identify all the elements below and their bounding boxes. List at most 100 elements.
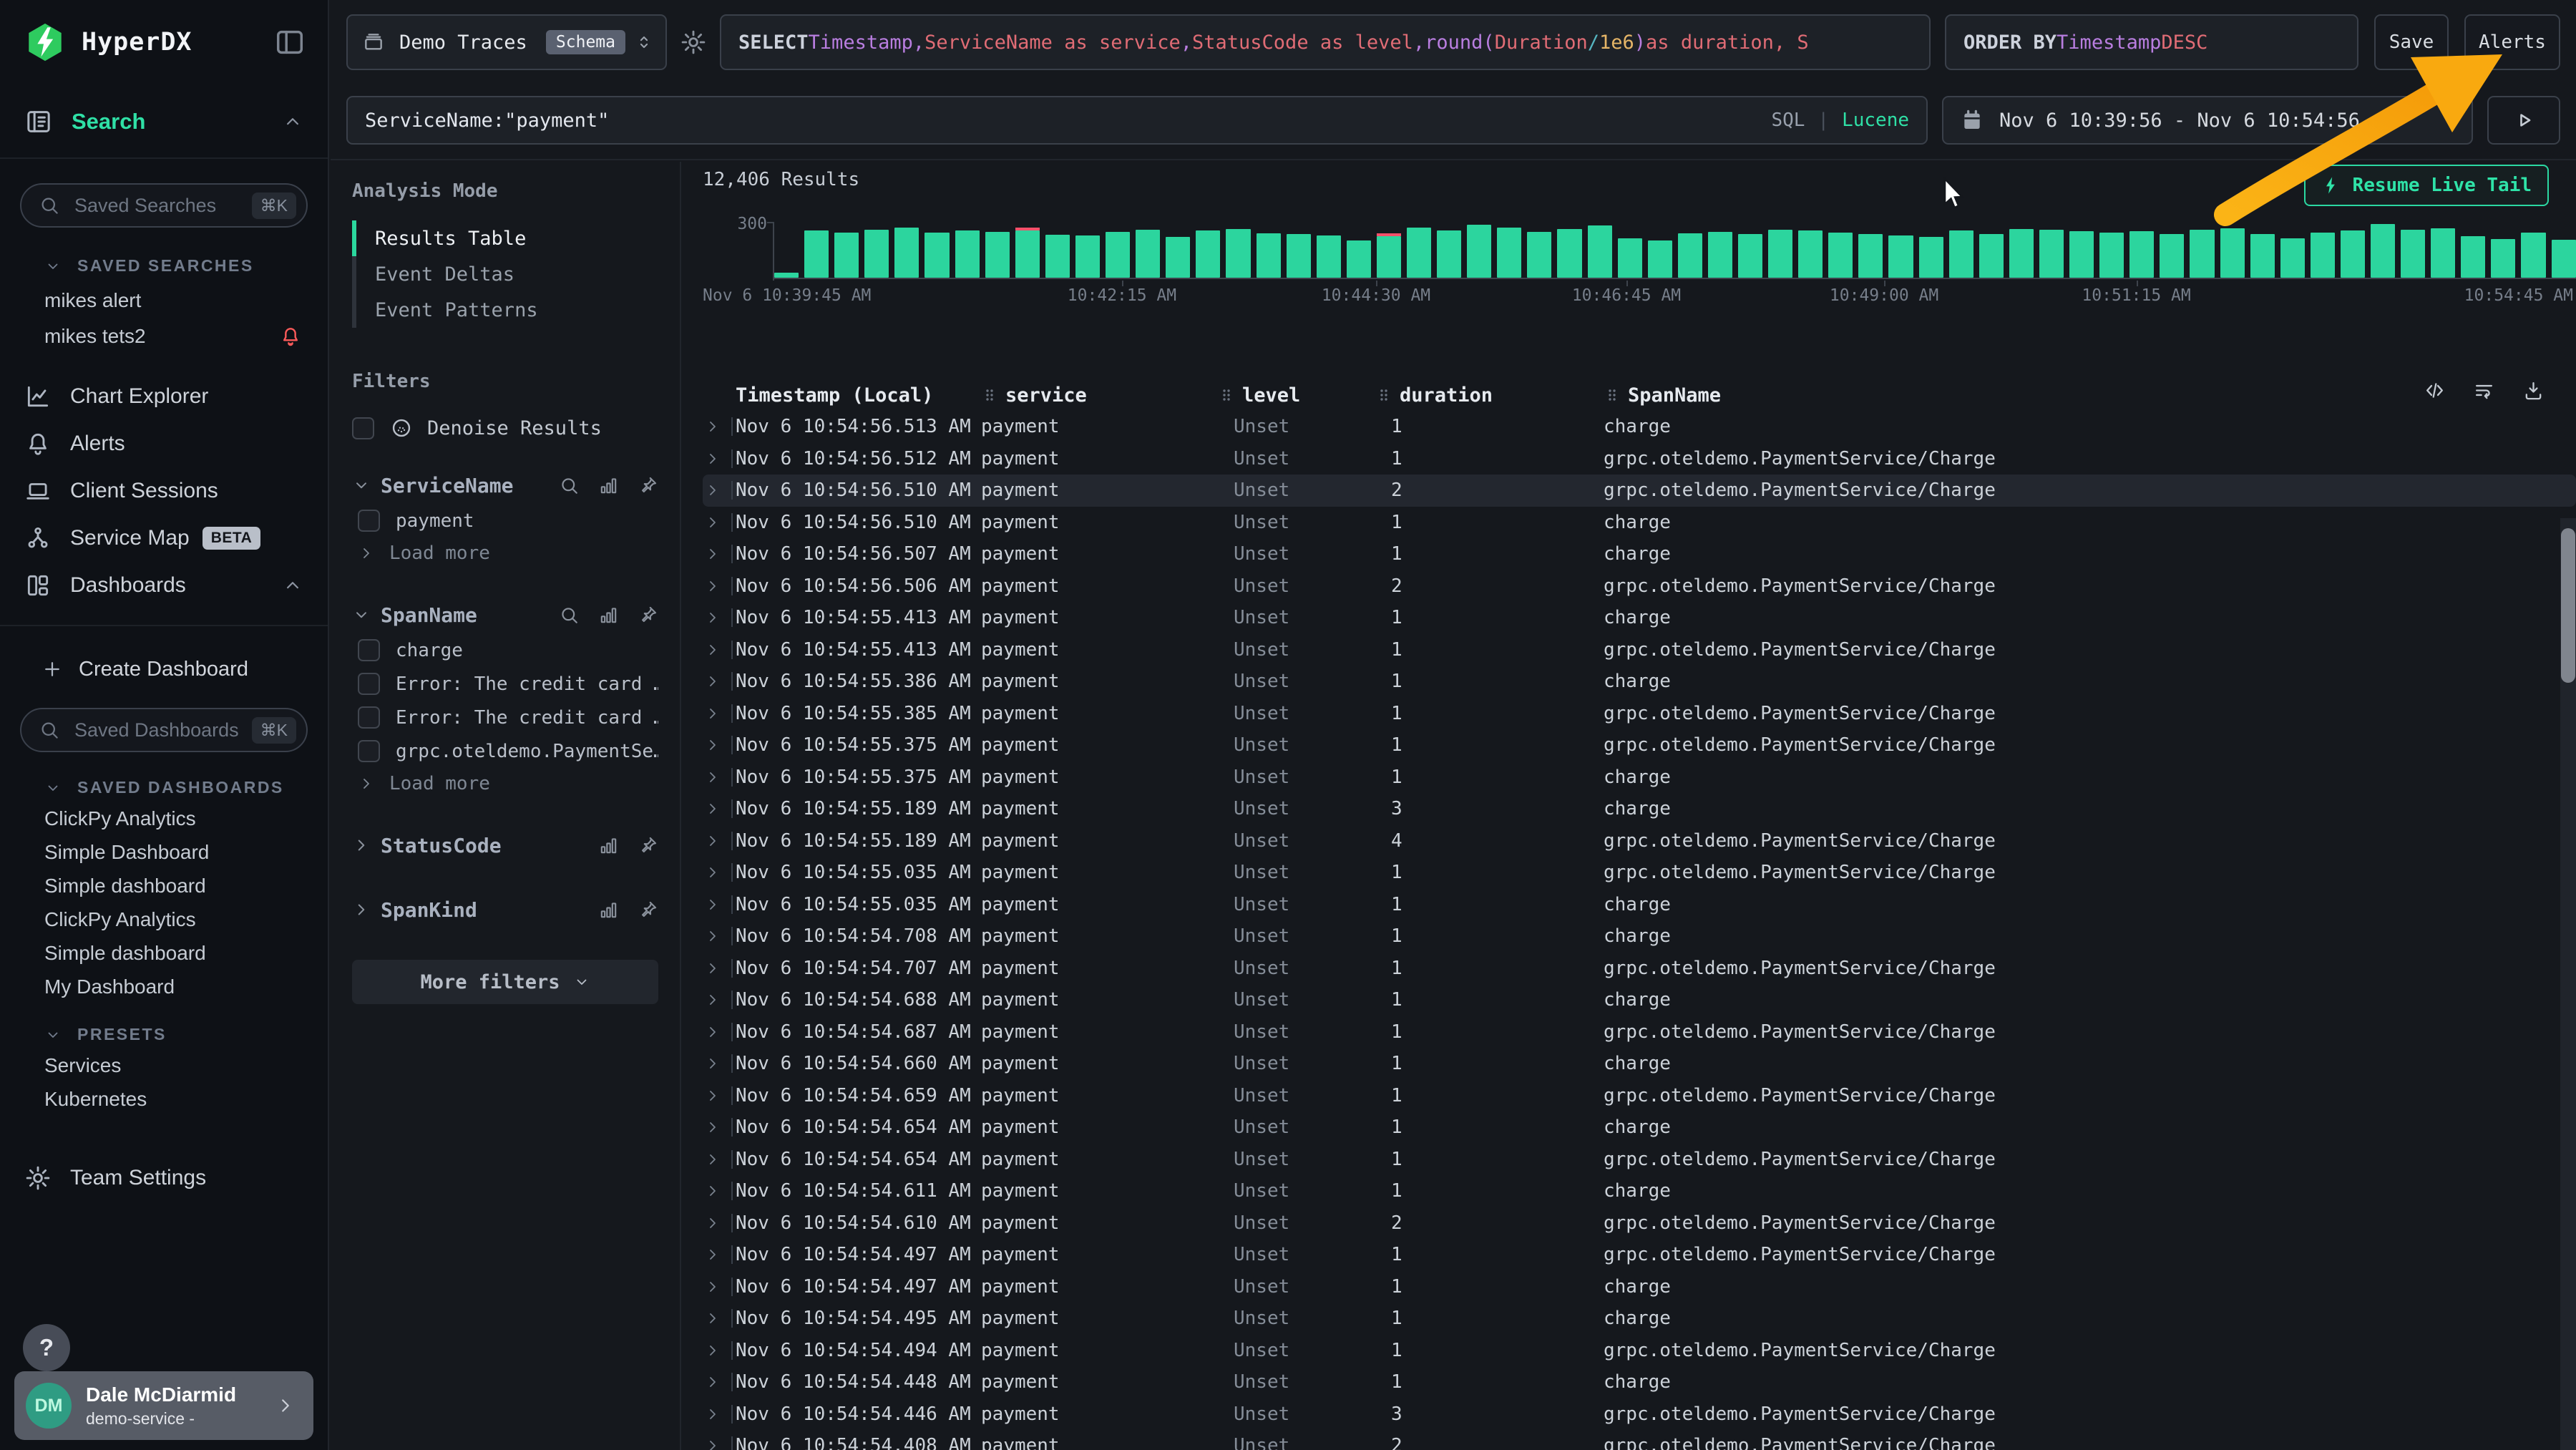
histogram-bar[interactable]: [2039, 230, 2064, 278]
facet-chart-icon[interactable]: [598, 835, 619, 856]
facet-header-SpanKind[interactable]: SpanKind: [352, 891, 658, 928]
table-row[interactable]: Nov 6 10:54:55.189 AM payment Unset 4 gr…: [703, 825, 2576, 857]
histogram-bar[interactable]: [1407, 228, 1431, 278]
histogram-bar[interactable]: [1497, 228, 1521, 278]
table-row[interactable]: Nov 6 10:54:54.448 AM payment Unset 1 ch…: [703, 1366, 2576, 1398]
histogram-bar[interactable]: [1467, 225, 1491, 278]
histogram-bar[interactable]: [2401, 230, 2425, 278]
sidebar-item-team-settings[interactable]: Team Settings: [0, 1157, 328, 1199]
load-more-button[interactable]: Load more: [352, 768, 658, 799]
facet-value[interactable]: Error: The credit card …: [352, 701, 658, 734]
row-expander[interactable]: [703, 417, 736, 436]
row-expander[interactable]: [703, 1086, 736, 1105]
facet-chart-icon[interactable]: [598, 605, 619, 626]
row-expander[interactable]: [703, 1436, 736, 1450]
histogram-bar[interactable]: [774, 273, 799, 278]
checkbox[interactable]: [352, 417, 374, 439]
chevron-up-icon[interactable]: [282, 111, 303, 132]
scrollbar-thumb[interactable]: [2561, 528, 2575, 683]
table-row[interactable]: Nov 6 10:54:54.654 AM payment Unset 1 ch…: [703, 1111, 2576, 1144]
column-header-duration[interactable]: duration: [1375, 384, 1604, 407]
drag-handle-icon[interactable]: [981, 386, 998, 404]
user-menu[interactable]: DM Dale McDiarmid demo-service -: [14, 1371, 313, 1440]
row-expander[interactable]: [703, 1309, 736, 1328]
histogram-bar[interactable]: [1377, 233, 1401, 278]
histogram-bar[interactable]: [2311, 233, 2335, 278]
table-row[interactable]: Nov 6 10:54:54.688 AM payment Unset 1 ch…: [703, 984, 2576, 1016]
histogram-bar[interactable]: [2220, 228, 2245, 278]
histogram-bar[interactable]: [1196, 230, 1220, 278]
histogram-bar[interactable]: [2491, 239, 2515, 278]
table-row[interactable]: Nov 6 10:54:55.189 AM payment Unset 3 ch…: [703, 793, 2576, 825]
row-expander[interactable]: [703, 1341, 736, 1360]
facet-chart-icon[interactable]: [598, 900, 619, 920]
histogram-bar[interactable]: [2371, 224, 2395, 278]
histogram-bar[interactable]: [804, 230, 829, 278]
row-expander[interactable]: [703, 832, 736, 850]
histogram-bar[interactable]: [924, 233, 949, 278]
table-row[interactable]: Nov 6 10:54:54.494 AM payment Unset 1 gr…: [703, 1335, 2576, 1367]
denoise-results-toggle[interactable]: Denoise Results: [352, 417, 658, 439]
histogram-bar[interactable]: [1347, 240, 1371, 278]
histogram-bar[interactable]: [1527, 232, 1551, 278]
saved-dashboards-header[interactable]: SAVED DASHBOARDS: [0, 778, 328, 797]
analysis-mode-event-deltas[interactable]: Event Deltas: [352, 256, 658, 292]
saved-search-item[interactable]: mikes alert: [0, 283, 328, 318]
row-expander[interactable]: [703, 481, 736, 500]
table-row[interactable]: Nov 6 10:54:54.707 AM payment Unset 1 gr…: [703, 953, 2576, 985]
table-row[interactable]: Nov 6 10:54:54.654 AM payment Unset 1 gr…: [703, 1144, 2576, 1176]
histogram-bar[interactable]: [2069, 231, 2094, 278]
histogram-bar[interactable]: [1317, 235, 1341, 278]
row-expander[interactable]: [703, 704, 736, 723]
sql-select-editor[interactable]: SELECT Timestamp, ServiceName as service…: [720, 14, 1931, 70]
histogram-bar[interactable]: [1015, 228, 1040, 278]
table-row[interactable]: Nov 6 10:54:55.413 AM payment Unset 1 ch…: [703, 602, 2576, 634]
saved-dashboard-item[interactable]: Simple dashboard: [0, 869, 328, 902]
load-more-button[interactable]: Load more: [352, 537, 658, 569]
histogram-bar[interactable]: [2250, 234, 2275, 278]
histogram-bar[interactable]: [1557, 229, 1581, 278]
histogram-bar[interactable]: [2431, 228, 2455, 278]
row-expander[interactable]: [703, 991, 736, 1009]
histogram-bar[interactable]: [2461, 236, 2485, 278]
table-row[interactable]: Nov 6 10:54:54.660 AM payment Unset 1 ch…: [703, 1048, 2576, 1080]
histogram-bar[interactable]: [1106, 232, 1130, 278]
saved-dashboard-item[interactable]: Simple Dashboard: [0, 835, 328, 869]
histogram-bar[interactable]: [1045, 235, 1070, 278]
facet-value[interactable]: payment: [352, 504, 658, 537]
create-dashboard-button[interactable]: Create Dashboard: [0, 651, 328, 688]
histogram-bar[interactable]: [1437, 230, 1461, 278]
histogram-bar[interactable]: [864, 230, 889, 278]
histogram-bar[interactable]: [1257, 233, 1281, 278]
histogram-bar[interactable]: [834, 233, 859, 278]
row-expander[interactable]: [703, 1182, 736, 1200]
histogram-bar[interactable]: [2099, 233, 2124, 278]
source-settings-gear-icon[interactable]: [680, 29, 707, 56]
run-query-button[interactable]: [2487, 96, 2560, 145]
saved-dashboard-item[interactable]: My Dashboard: [0, 970, 328, 1003]
histogram-bar[interactable]: [2129, 231, 2154, 278]
row-expander[interactable]: [703, 641, 736, 659]
row-expander[interactable]: [703, 799, 736, 818]
query-input[interactable]: ServiceName:"payment" SQL | Lucene: [346, 96, 1928, 145]
row-expander[interactable]: [703, 672, 736, 691]
row-expander[interactable]: [703, 736, 736, 754]
table-row[interactable]: Nov 6 10:54:56.513 AM payment Unset 1 ch…: [703, 411, 2576, 443]
saved-search-item[interactable]: mikes tets2: [0, 318, 328, 354]
collapse-sidebar-icon[interactable]: [273, 26, 306, 59]
histogram-bar[interactable]: [1949, 230, 1974, 278]
histogram-bar[interactable]: [2190, 230, 2214, 278]
sidebar-item-service-map[interactable]: Service Map BETA: [0, 515, 328, 562]
row-expander[interactable]: [703, 1118, 736, 1137]
row-expander[interactable]: [703, 768, 736, 787]
row-expander[interactable]: [703, 895, 736, 914]
table-row[interactable]: Nov 6 10:54:55.386 AM payment Unset 1 ch…: [703, 666, 2576, 698]
saved-dashboard-item[interactable]: Simple dashboard: [0, 936, 328, 970]
row-expander[interactable]: [703, 1405, 736, 1424]
histogram-bar[interactable]: [1828, 233, 1853, 278]
language-toggle[interactable]: SQL | Lucene: [1771, 110, 1909, 131]
histogram-bar[interactable]: [2280, 238, 2305, 278]
sidebar-item-dashboards[interactable]: Dashboards: [0, 562, 328, 609]
saved-searches-header[interactable]: SAVED SEARCHES: [0, 256, 328, 276]
row-expander[interactable]: [703, 863, 736, 882]
